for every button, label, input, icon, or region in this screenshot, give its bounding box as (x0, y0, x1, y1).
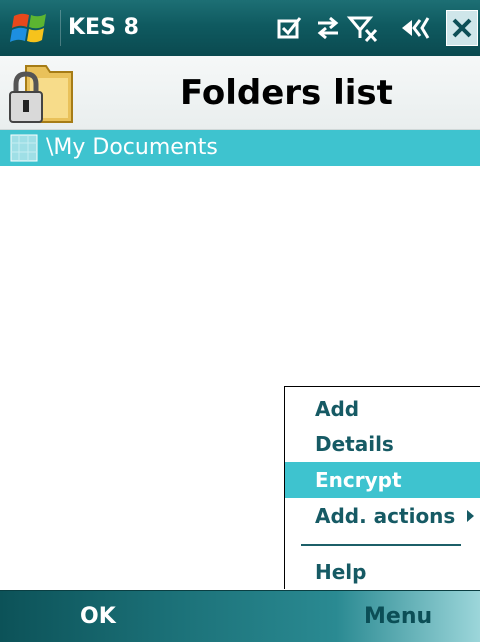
speaker-icon[interactable] (398, 10, 434, 46)
notification-check-icon[interactable] (272, 10, 308, 46)
menu-item-label: Help (315, 560, 367, 584)
close-icon[interactable] (446, 10, 478, 46)
menu-divider (301, 544, 461, 546)
connectivity-arrows-icon[interactable] (310, 10, 346, 46)
windows-start-icon[interactable] (8, 6, 54, 50)
page-header: Folders list (0, 56, 480, 130)
ok-softkey[interactable]: OK (80, 591, 116, 642)
list-item-my-documents[interactable]: \My Documents (0, 130, 480, 166)
folder-list: \My Documents (0, 130, 480, 166)
menu-item-help[interactable]: Help (285, 554, 480, 590)
menu-item-label: Add. actions (315, 504, 456, 528)
folder-item-icon (10, 134, 38, 162)
context-menu: Add Details Encrypt Add. actions Help (284, 386, 480, 589)
device-screen: KES 8 Folders list \My Documents Add Det… (0, 0, 480, 642)
menu-item-encrypt[interactable]: Encrypt (285, 462, 480, 498)
menu-item-details[interactable]: Details (285, 426, 480, 462)
title-separator (60, 10, 61, 46)
menu-item-add[interactable]: Add (285, 391, 480, 427)
softkey-bar: OK Menu (0, 590, 480, 642)
menu-item-label: Encrypt (315, 468, 402, 492)
submenu-arrow-icon (467, 510, 474, 522)
list-item-label: \My Documents (46, 135, 218, 160)
menu-item-label: Add (315, 397, 360, 421)
title-bar: KES 8 (0, 0, 480, 56)
menu-item-label: Details (315, 432, 394, 456)
page-title: Folders list (180, 73, 393, 113)
app-title: KES 8 (68, 15, 139, 40)
menu-item-add-actions[interactable]: Add. actions (285, 498, 480, 534)
no-signal-icon[interactable] (346, 10, 382, 46)
menu-softkey[interactable]: Menu (364, 591, 432, 642)
encrypted-folder-lock-icon (6, 60, 80, 128)
